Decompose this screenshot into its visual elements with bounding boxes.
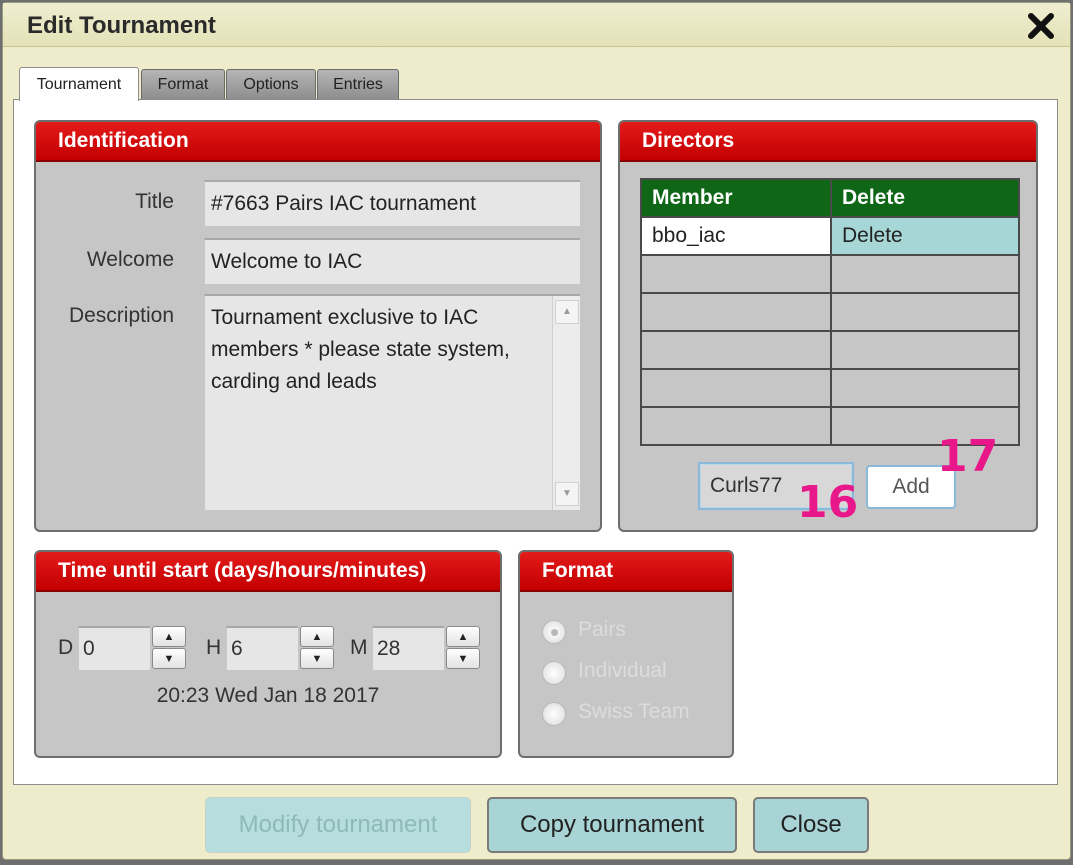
description-line: members * please state system, xyxy=(211,338,510,361)
empty-cell xyxy=(830,292,1020,332)
tab-content: Identification Title #7663 Pairs IAC tou… xyxy=(13,99,1058,785)
tab-entries[interactable]: Entries xyxy=(317,69,399,99)
table-row xyxy=(640,330,1020,370)
welcome-label: Welcome xyxy=(86,248,174,271)
spin-up-icon[interactable]: ▲ xyxy=(152,626,186,647)
description-label: Description xyxy=(68,304,174,327)
description-line: Tournament exclusive to IAC xyxy=(211,306,479,329)
radio-label: Individual xyxy=(578,659,667,682)
radio-label: Pairs xyxy=(578,618,626,641)
copy-tournament-button[interactable]: Copy tournament xyxy=(487,797,737,853)
tab-options[interactable]: Options xyxy=(226,69,316,99)
empty-cell xyxy=(830,368,1020,408)
empty-cell xyxy=(640,292,832,332)
welcome-field[interactable]: Welcome to IAC xyxy=(204,238,580,284)
spin-up-icon[interactable]: ▲ xyxy=(300,626,334,647)
description-line: carding and leads xyxy=(211,370,377,393)
radio-button[interactable] xyxy=(542,702,566,726)
empty-cell xyxy=(830,330,1020,370)
empty-cell xyxy=(640,406,832,446)
days-spinner[interactable]: ▲ ▼ xyxy=(152,626,186,670)
scroll-up-icon[interactable]: ▲ xyxy=(555,300,579,324)
column-delete: Delete xyxy=(830,178,1020,218)
directors-heading: Directors xyxy=(620,122,1036,162)
days-field[interactable]: 0 xyxy=(78,626,150,670)
description-textarea[interactable]: Tournament exclusive to IAC members * pl… xyxy=(204,294,580,510)
time-until-start-panel: Time until start (days/hours/minutes) D … xyxy=(34,550,502,758)
scroll-down-icon[interactable]: ▼ xyxy=(555,482,579,506)
hours-label: H xyxy=(206,636,222,659)
delete-cell[interactable]: Delete xyxy=(830,216,1020,256)
empty-cell xyxy=(640,254,832,294)
start-datetime: 20:23 Wed Jan 18 2017 xyxy=(156,684,380,707)
table-row xyxy=(640,368,1020,408)
title-field[interactable]: #7663 Pairs IAC tournament xyxy=(204,180,580,226)
identification-panel: Identification Title #7663 Pairs IAC tou… xyxy=(34,120,602,532)
hours-spinner[interactable]: ▲ ▼ xyxy=(300,626,334,670)
empty-cell xyxy=(640,330,832,370)
title-label: Title xyxy=(135,190,174,213)
empty-cell xyxy=(640,368,832,408)
table-row xyxy=(640,254,1020,294)
edit-tournament-dialog: Edit Tournament Tournament Format Option… xyxy=(2,2,1071,860)
spin-down-icon[interactable]: ▼ xyxy=(446,648,480,669)
radio-button[interactable] xyxy=(542,620,566,644)
table-row xyxy=(640,292,1020,332)
tab-format[interactable]: Format xyxy=(141,69,225,99)
format-heading: Format xyxy=(520,552,732,592)
minutes-field[interactable]: 28 xyxy=(372,626,444,670)
identification-heading: Identification xyxy=(36,122,600,162)
days-label: D xyxy=(58,636,74,659)
hours-field[interactable]: 6 xyxy=(226,626,298,670)
column-member: Member xyxy=(640,178,832,218)
annotation-marker-17: 17 xyxy=(937,431,999,482)
radio-button[interactable] xyxy=(542,661,566,685)
time-until-start-heading: Time until start (days/hours/minutes) xyxy=(36,552,500,592)
description-scrollbar[interactable]: ▲ ▼ xyxy=(552,296,580,510)
modify-tournament-button[interactable]: Modify tournament xyxy=(205,797,471,853)
spin-down-icon[interactable]: ▼ xyxy=(152,648,186,669)
minutes-label: M xyxy=(350,636,368,659)
annotation-marker-16: 16 xyxy=(797,477,859,528)
table-header-row: Member Delete xyxy=(640,178,1020,218)
spin-down-icon[interactable]: ▼ xyxy=(300,648,334,669)
format-panel: Format Pairs Individual Swiss Team xyxy=(518,550,734,758)
member-cell[interactable]: bbo_iac xyxy=(640,216,832,256)
table-row: bbo_iac Delete xyxy=(640,216,1020,256)
directors-table: Member Delete bbo_iac Delete xyxy=(640,178,1020,446)
close-x-icon[interactable] xyxy=(1026,11,1056,41)
minutes-spinner[interactable]: ▲ ▼ xyxy=(446,626,480,670)
empty-cell xyxy=(830,254,1020,294)
close-button[interactable]: Close xyxy=(753,797,869,853)
dialog-title: Edit Tournament xyxy=(27,12,216,39)
radio-label: Swiss Team xyxy=(578,700,690,723)
tab-tournament[interactable]: Tournament xyxy=(19,67,139,101)
title-bar: Edit Tournament xyxy=(3,3,1070,47)
spin-up-icon[interactable]: ▲ xyxy=(446,626,480,647)
